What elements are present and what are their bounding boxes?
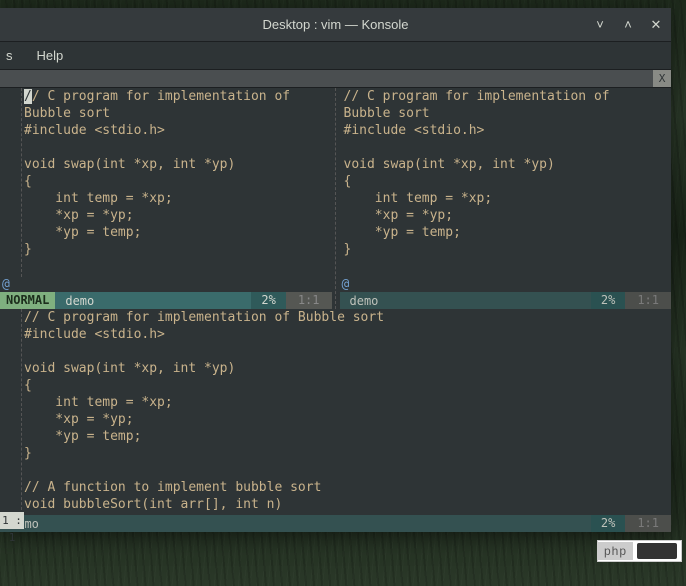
position-indicator: 1:1 bbox=[625, 515, 671, 532]
code-top-left[interactable]: // C program for implementation of Bubbl… bbox=[22, 88, 332, 277]
pane-top-left[interactable]: // C program for implementation of Bubbl… bbox=[0, 88, 332, 309]
position-indicator: 1:1 bbox=[625, 292, 671, 309]
pane-top-right[interactable]: // C program for implementation of Bubbl… bbox=[340, 88, 672, 309]
window-controls: ˅ ˄ ✕ bbox=[591, 17, 665, 33]
close-icon[interactable]: ✕ bbox=[647, 17, 665, 33]
menu-item-s[interactable]: s bbox=[2, 48, 17, 63]
maximize-icon[interactable]: ˄ bbox=[619, 17, 637, 33]
statusline-top-left: NORMAL demo 2% 1:1 bbox=[0, 292, 332, 309]
statusline-top-right: demo 2% 1:1 bbox=[340, 292, 672, 309]
mode-indicator: NORMAL bbox=[0, 292, 55, 309]
vim-tabline: X bbox=[0, 70, 671, 88]
lastline-indicator: @ bbox=[340, 277, 672, 292]
cursor: / bbox=[24, 89, 32, 104]
watermark-text: php bbox=[598, 542, 633, 560]
vertical-separator[interactable] bbox=[332, 88, 340, 309]
code-bottom[interactable]: // C program for implementation of Bubbl… bbox=[22, 309, 671, 515]
position-indicator: 1:1 bbox=[286, 292, 332, 309]
gutter-left bbox=[0, 88, 22, 277]
percent-indicator: 2% bbox=[591, 515, 625, 532]
konsole-window: Desktop : vim — Konsole ˅ ˄ ✕ s Help X /… bbox=[0, 8, 671, 532]
menubar: s Help bbox=[0, 42, 671, 70]
edge-position-badge: 1 : 1 bbox=[0, 512, 24, 529]
minimize-icon[interactable]: ˅ bbox=[591, 17, 609, 33]
top-split: // C program for implementation of Bubbl… bbox=[0, 88, 671, 309]
statusline-bottom: demo 2% 1:1 bbox=[0, 515, 671, 532]
code-top-right[interactable]: // C program for implementation of Bubbl… bbox=[340, 88, 672, 277]
menu-item-help[interactable]: Help bbox=[33, 48, 68, 63]
code-text: / C program for implementation of Bubble… bbox=[24, 89, 290, 257]
window-title: Desktop : vim — Konsole bbox=[263, 17, 409, 32]
percent-indicator: 2% bbox=[591, 292, 625, 309]
editor-area: // C program for implementation of Bubbl… bbox=[0, 88, 671, 532]
lastline-indicator: @ bbox=[0, 277, 332, 292]
filename: demo bbox=[340, 294, 591, 308]
filename: demo bbox=[0, 517, 591, 531]
gutter-bottom bbox=[0, 309, 22, 515]
watermark: php bbox=[597, 540, 682, 562]
titlebar[interactable]: Desktop : vim — Konsole ˅ ˄ ✕ bbox=[0, 8, 671, 42]
pane-bottom[interactable]: // C program for implementation of Bubbl… bbox=[0, 309, 671, 532]
filename: demo bbox=[55, 294, 251, 308]
tab-close-button[interactable]: X bbox=[653, 70, 671, 87]
watermark-blob bbox=[637, 543, 677, 559]
percent-indicator: 2% bbox=[251, 292, 285, 309]
